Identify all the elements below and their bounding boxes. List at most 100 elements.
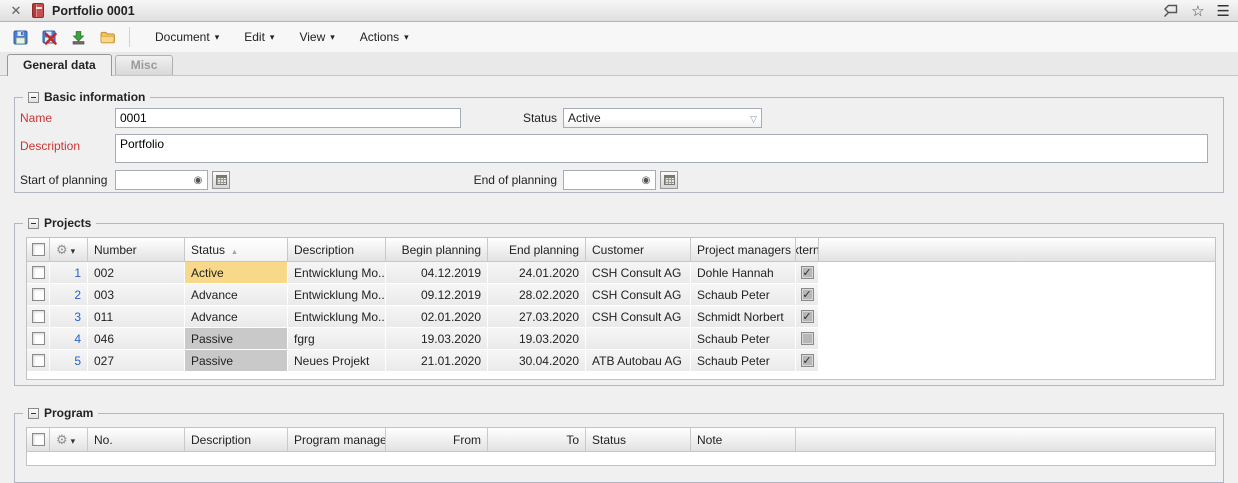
column-settings-button[interactable] bbox=[50, 238, 88, 261]
target-date-icon[interactable] bbox=[640, 174, 652, 186]
column-header-number[interactable]: Number bbox=[88, 238, 185, 261]
save-delete-button[interactable] bbox=[38, 26, 60, 48]
sort-ascending-icon bbox=[225, 243, 238, 257]
tab-general-data[interactable]: General data bbox=[7, 54, 112, 76]
cell-number: 003 bbox=[88, 284, 185, 305]
cell-filler bbox=[819, 350, 1215, 371]
name-input[interactable] bbox=[115, 108, 461, 128]
table-row[interactable]: 2 003 Advance Entwicklung Mo... 09.12.20… bbox=[27, 284, 1215, 306]
pin-icon[interactable] bbox=[1163, 3, 1179, 18]
column-header-description[interactable]: Description bbox=[288, 238, 386, 261]
row-select-cell bbox=[27, 262, 50, 283]
status-label: Status bbox=[455, 108, 557, 128]
cell-end-planning: 28.02.2020 bbox=[488, 284, 586, 305]
close-icon[interactable] bbox=[8, 3, 24, 19]
row-checkbox[interactable] bbox=[32, 288, 45, 301]
cell-description: Entwicklung Mo... bbox=[288, 262, 386, 283]
table-row[interactable]: 1 002 Active Entwicklung Mo... 04.12.201… bbox=[27, 262, 1215, 284]
row-number-link[interactable]: 4 bbox=[56, 332, 81, 346]
cell-number: 027 bbox=[88, 350, 185, 371]
column-header-begin-planning[interactable]: Begin planning bbox=[386, 238, 488, 261]
collapse-icon[interactable] bbox=[28, 218, 39, 229]
cell-status: Advance bbox=[185, 284, 288, 305]
column-header-program-manager[interactable]: Program manager bbox=[288, 428, 386, 451]
menu-document[interactable]: Document bbox=[146, 27, 228, 47]
projects-section: Projects Number Status Description Begin… bbox=[14, 223, 1224, 386]
collapse-icon[interactable] bbox=[28, 408, 39, 419]
cell-external bbox=[796, 350, 819, 371]
cell-customer: CSH Consult AG bbox=[586, 284, 691, 305]
row-select-cell bbox=[27, 284, 50, 305]
row-checkbox[interactable] bbox=[32, 332, 45, 345]
save-delete-icon bbox=[41, 29, 58, 46]
table-row[interactable]: 3 011 Advance Entwicklung Mo... 02.01.20… bbox=[27, 306, 1215, 328]
external-checkbox bbox=[801, 266, 814, 279]
select-all-checkbox[interactable] bbox=[32, 433, 45, 446]
menu-view[interactable]: View bbox=[290, 27, 343, 47]
column-header-status[interactable]: Status bbox=[185, 238, 288, 261]
select-all-checkbox[interactable] bbox=[32, 243, 45, 256]
cell-number: 002 bbox=[88, 262, 185, 283]
projects-grid: Number Status Description Begin planning… bbox=[26, 237, 1216, 380]
cell-status: Passive bbox=[185, 328, 288, 349]
column-header-from[interactable]: From bbox=[386, 428, 488, 451]
calendar-icon bbox=[664, 175, 675, 185]
open-folder-button[interactable] bbox=[96, 26, 118, 48]
column-header-description[interactable]: Description bbox=[185, 428, 288, 451]
cell-customer bbox=[586, 328, 691, 349]
status-value: Active bbox=[568, 111, 601, 125]
row-number-cell: 1 bbox=[50, 262, 88, 283]
tab-misc[interactable]: Misc bbox=[115, 55, 174, 75]
import-icon bbox=[70, 29, 87, 46]
start-calendar-button[interactable] bbox=[212, 171, 230, 189]
row-checkbox[interactable] bbox=[32, 354, 45, 367]
save-button[interactable] bbox=[9, 26, 31, 48]
gear-icon bbox=[56, 432, 68, 448]
external-checkbox bbox=[801, 288, 814, 301]
cell-filler bbox=[819, 284, 1215, 305]
import-button[interactable] bbox=[67, 26, 89, 48]
column-header-end-planning[interactable]: End planning bbox=[488, 238, 586, 261]
row-select-cell bbox=[27, 350, 50, 371]
menu-icon[interactable] bbox=[1217, 2, 1230, 20]
projects-grid-header: Number Status Description Begin planning… bbox=[27, 238, 1215, 262]
row-number-link[interactable]: 1 bbox=[56, 266, 81, 280]
row-checkbox[interactable] bbox=[32, 310, 45, 323]
column-header-project-managers[interactable]: Project managers bbox=[691, 238, 796, 261]
end-calendar-button[interactable] bbox=[660, 171, 678, 189]
cell-number: 011 bbox=[88, 306, 185, 327]
collapse-icon[interactable] bbox=[28, 92, 39, 103]
table-row[interactable]: 4 046 Passive fgrg 19.03.2020 19.03.2020… bbox=[27, 328, 1215, 350]
calendar-icon bbox=[216, 175, 227, 185]
save-icon bbox=[12, 29, 29, 46]
column-header-customer[interactable]: Customer bbox=[586, 238, 691, 261]
column-settings-button[interactable] bbox=[50, 428, 88, 451]
column-header-note[interactable]: Note bbox=[691, 428, 796, 451]
target-date-icon[interactable] bbox=[192, 174, 204, 186]
row-number-cell: 5 bbox=[50, 350, 88, 371]
cell-filler bbox=[819, 328, 1215, 349]
gear-icon bbox=[56, 242, 68, 258]
row-number-link[interactable]: 5 bbox=[56, 354, 81, 368]
section-title: Program bbox=[44, 406, 93, 420]
cell-customer: CSH Consult AG bbox=[586, 262, 691, 283]
menu-actions[interactable]: Actions bbox=[351, 27, 418, 47]
description-input[interactable]: Portfolio bbox=[115, 134, 1208, 163]
column-header-no[interactable]: No. bbox=[88, 428, 185, 451]
cell-external bbox=[796, 328, 819, 349]
row-checkbox[interactable] bbox=[32, 266, 45, 279]
cell-end-planning: 27.03.2020 bbox=[488, 306, 586, 327]
menu-edit[interactable]: Edit bbox=[235, 27, 283, 47]
row-number-link[interactable]: 3 bbox=[56, 310, 81, 324]
table-row[interactable]: 5 027 Passive Neues Projekt 21.01.2020 3… bbox=[27, 350, 1215, 372]
column-header-status[interactable]: Status bbox=[586, 428, 691, 451]
column-header-external[interactable]: External bbox=[796, 238, 819, 261]
cell-number: 046 bbox=[88, 328, 185, 349]
favorite-icon[interactable] bbox=[1191, 2, 1204, 20]
column-header-to[interactable]: To bbox=[488, 428, 586, 451]
row-select-cell bbox=[27, 328, 50, 349]
cell-begin-planning: 04.12.2019 bbox=[386, 262, 488, 283]
cell-status: Active bbox=[185, 262, 288, 283]
row-number-link[interactable]: 2 bbox=[56, 288, 81, 302]
status-select[interactable]: Active bbox=[563, 108, 762, 128]
